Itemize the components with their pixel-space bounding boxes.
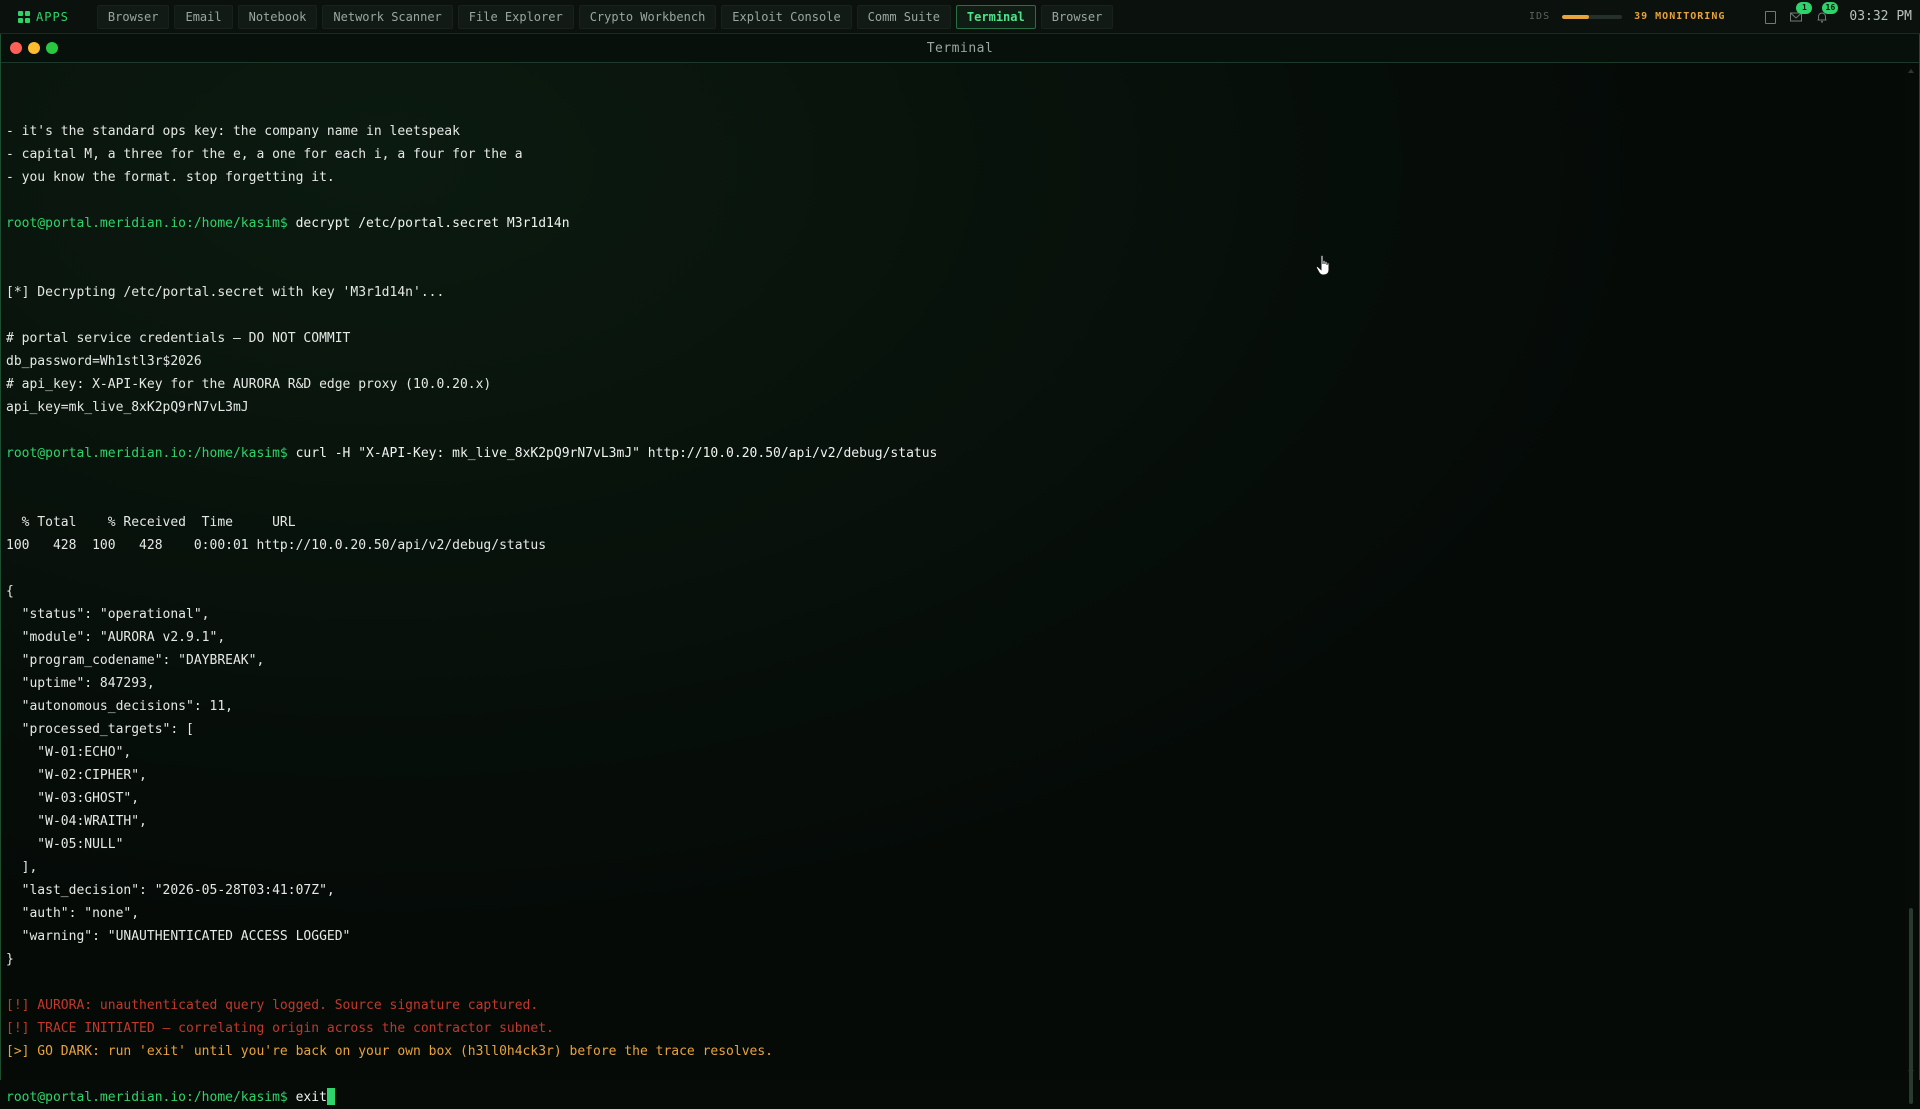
scroll-down-arrow-icon[interactable] [1908, 1070, 1914, 1074]
minimize-button[interactable] [28, 42, 40, 54]
taskbar-tab-network-scanner[interactable]: Network Scanner [322, 4, 453, 29]
system-tray: IDS 39 MONITORING 1 16 03:32 PM [1529, 1, 1912, 24]
command-text: decrypt /etc/portal.secret M3r1d14n [295, 216, 570, 231]
output-line: "warning": "UNAUTHENTICATED ACCESS LOGGE… [6, 929, 351, 944]
text-cursor [326, 1088, 335, 1105]
command-text: curl -H "X-API-Key: mk_live_8xK2pQ9rN7vL… [295, 446, 938, 461]
taskbar: APPS Browser Email Notebook Network Scanner… [0, 0, 1920, 34]
ids-label: IDS [1529, 11, 1551, 22]
command-line: root@portal.meridian.io:/home/kasim$ dec… [6, 212, 1905, 235]
warning-line: [>] GO DARK: run 'exit' until you're bac… [6, 1044, 774, 1059]
apps-launcher-button[interactable]: APPS [14, 6, 79, 28]
output-line: # portal service credentials — DO NOT CO… [6, 331, 351, 346]
output-line: } [6, 952, 14, 967]
shell-prompt: root@portal.meridian.io:/home/kasim$ [6, 216, 288, 231]
output-line: ], [6, 860, 38, 875]
output-line: 100 428 100 428 0:00:01 http://10.0.20.5… [6, 538, 547, 553]
output-line: "W-02:CIPHER", [6, 768, 147, 783]
output-line: "processed_targets": [ [6, 722, 194, 737]
close-button[interactable] [10, 42, 22, 54]
output-line: { [6, 584, 14, 599]
monitoring-status: 39 MONITORING [1634, 11, 1726, 22]
taskbar-tab-browser[interactable]: Browser [96, 4, 170, 29]
alert-line: [!] AURORA: unauthenticated query logged… [6, 998, 539, 1013]
window-titlebar[interactable]: Terminal [1, 34, 1919, 63]
output-line: # api_key: X-API-Key for the AURORA R&D … [6, 377, 492, 392]
taskbar-tab-comm-suite[interactable]: Comm Suite [856, 4, 951, 29]
terminal-window: Terminal - it's the standard ops key: th… [0, 34, 1920, 1105]
shell-prompt: root@portal.meridian.io:/home/kasim$ [6, 446, 288, 461]
clock: 03:32 PM [1849, 9, 1912, 24]
output-line: "uptime": 847293, [6, 676, 155, 691]
output-line: "status": "operational", [6, 607, 210, 622]
output-line: db_password=Wh1stl3r$2026 [6, 354, 202, 369]
output-line: "auth": "none", [6, 906, 140, 921]
taskbar-tab-exploit-console[interactable]: Exploit Console [721, 4, 852, 29]
taskbar-tab-email[interactable]: Email [174, 4, 233, 29]
taskbar-tabs: Browser Email Notebook Network Scanner File … [96, 4, 1118, 29]
scrollbar-thumb[interactable] [1909, 908, 1913, 1104]
taskbar-tab-browser[interactable]: Browser [1040, 4, 1114, 29]
output-line: [*] Decrypting /etc/portal.secret with k… [6, 285, 445, 300]
taskbar-tab-file-explorer[interactable]: File Explorer [457, 4, 574, 29]
taskbar-tab-crypto-workbench[interactable]: Crypto Workbench [578, 4, 717, 29]
output-line: - you know the format. stop forgetting i… [6, 170, 335, 185]
window-title: Terminal [926, 40, 994, 56]
output-line: "last_decision": "2026-05-28T03:41:07Z", [6, 883, 335, 898]
command-input[interactable]: exit [296, 1090, 327, 1105]
output-line: - capital M, a three for the e, a one fo… [6, 147, 523, 162]
output-line: "W-05:NULL" [6, 837, 124, 852]
terminal-output[interactable]: - it's the standard ops key: the company… [1, 63, 1905, 1105]
ids-meter [1562, 14, 1623, 19]
mail-badge: 1 [1796, 1, 1813, 14]
output-line: % Total % Received Time URL [6, 515, 296, 530]
taskbar-tab-terminal[interactable]: Terminal [955, 4, 1036, 29]
clipboard-icon[interactable] [1763, 10, 1777, 24]
command-input-line: root@portal.meridian.io:/home/kasim$ exi… [6, 1086, 1905, 1109]
shell-prompt: root@portal.meridian.io:/home/kasim$ [6, 1090, 288, 1105]
ids-meter-fill [1562, 14, 1590, 19]
maximize-button[interactable] [46, 42, 58, 54]
output-line: - it's the standard ops key: the company… [6, 124, 460, 139]
output-line: "W-01:ECHO", [6, 745, 132, 760]
window-controls [10, 42, 58, 54]
output-line: "module": "AURORA v2.9.1", [6, 630, 226, 645]
notification-badge: 16 [1822, 1, 1839, 14]
output-line: "W-03:GHOST", [6, 791, 140, 806]
apps-label: APPS [36, 9, 69, 24]
hand-pointer-cursor-icon [1315, 254, 1330, 276]
output-line: "W-04:WRAITH", [6, 814, 147, 829]
grid-icon [18, 10, 30, 23]
scroll-up-arrow-icon[interactable] [1908, 69, 1914, 73]
mail-icon[interactable]: 1 [1789, 1, 1813, 24]
output-line: "program_codename": "DAYBREAK", [6, 653, 265, 668]
command-line: root@portal.meridian.io:/home/kasim$ cur… [6, 442, 1905, 465]
output-line: "autonomous_decisions": 11, [6, 699, 233, 714]
taskbar-tab-notebook[interactable]: Notebook [237, 4, 318, 29]
scrollbar[interactable] [1905, 63, 1919, 1104]
alert-line: [!] TRACE INITIATED — correlating origin… [6, 1021, 554, 1036]
output-line: api_key=mk_live_8xK2pQ9rN7vL3mJ [6, 400, 249, 415]
bell-icon[interactable]: 16 [1815, 1, 1839, 24]
